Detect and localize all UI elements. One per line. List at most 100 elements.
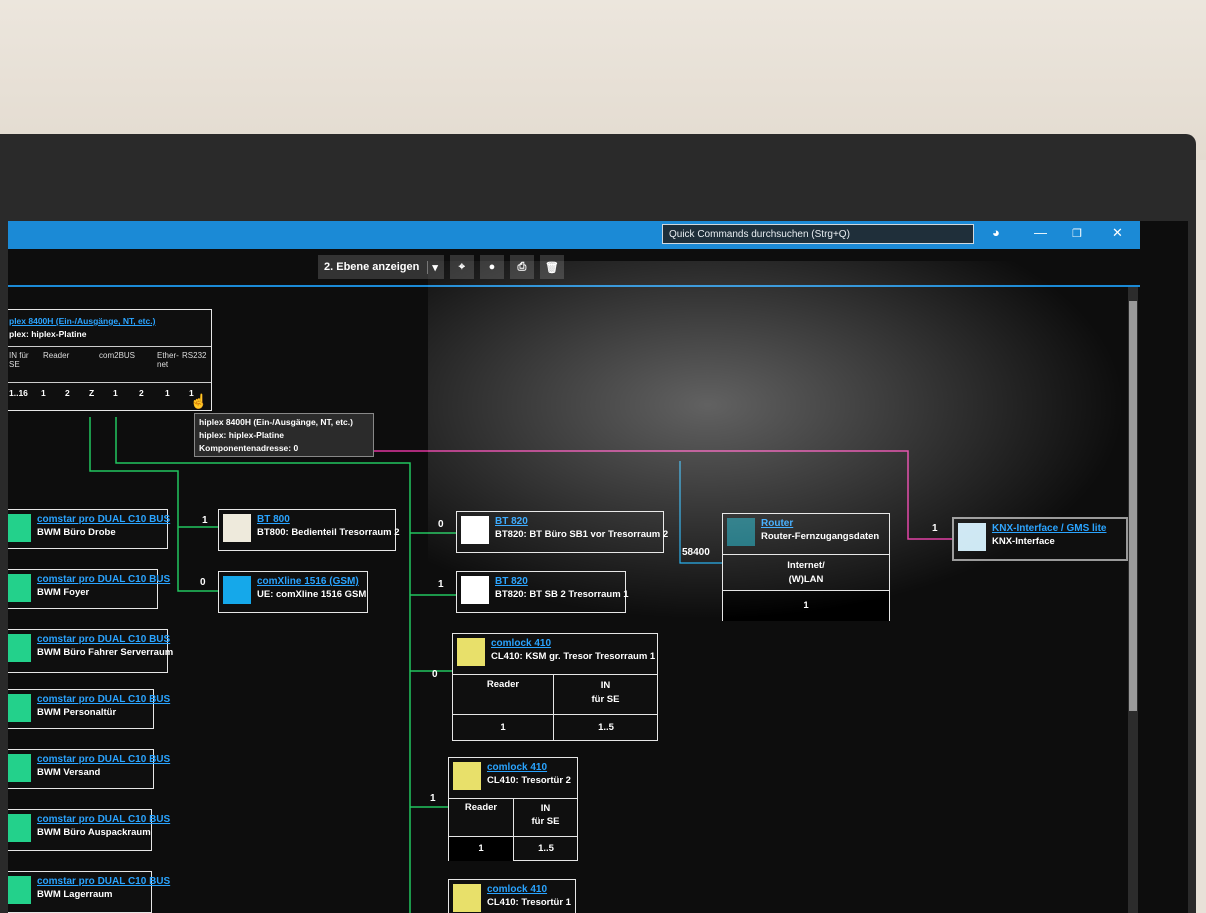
bt800-title[interactable]: BT 800 <box>257 514 290 525</box>
comlock2-header-in-sub: für SE <box>531 816 560 827</box>
comlock2-address: 1 <box>430 793 436 804</box>
comlock1-header-in: IN für SE <box>553 674 657 714</box>
router-interface-header: Internet/ (W)LAN <box>723 554 889 590</box>
node-color-swatch <box>223 514 251 542</box>
bt820a-address: 0 <box>438 519 444 530</box>
port-header-com2bus: com2BUS <box>99 351 136 360</box>
left-node-title[interactable]: comstar pro DUAL C10 BUS <box>37 814 170 825</box>
router-interface-line-1: Internet/ <box>787 560 825 571</box>
left-node-title[interactable]: comstar pro DUAL C10 BUS <box>37 634 170 645</box>
knx-title[interactable]: KNX-Interface / GMS lite <box>992 523 1106 534</box>
node-color-swatch <box>8 514 31 542</box>
comlock1-address: 0 <box>432 669 438 680</box>
comxline-subtitle: UE: comXline 1516 GSM <box>257 589 367 600</box>
port-value-reader-2[interactable]: 2 <box>65 388 70 398</box>
comxline-node[interactable]: comXline 1516 (GSM) UE: comXline 1516 GS… <box>218 571 368 613</box>
port-header-ethernet: Ether-net <box>157 351 179 369</box>
port-value-com2bus-1[interactable]: 1 <box>113 388 118 398</box>
port-value-com2bus-2[interactable]: 2 <box>139 388 144 398</box>
main-node-title[interactable]: plex 8400H (Ein-/Ausgänge, NT, etc.) <box>9 316 155 326</box>
left-node-title[interactable]: comstar pro DUAL C10 BUS <box>37 754 170 765</box>
node-color-swatch <box>8 574 31 602</box>
knx-interface-node[interactable]: KNX-Interface / GMS lite KNX-Interface <box>952 517 1128 561</box>
knx-address: 1 <box>932 523 938 534</box>
bt820a-node[interactable]: BT 820 BT820: BT Büro SB1 vor Tresorraum… <box>456 511 668 553</box>
scrollbar-thumb[interactable] <box>1129 301 1137 711</box>
comlock1-value-in[interactable]: 1..5 <box>553 714 658 741</box>
node-color-swatch <box>461 576 489 604</box>
bt820b-address: 1 <box>438 579 444 590</box>
left-node-subtitle: BWM Büro Auspackraum <box>37 827 151 838</box>
comxline-address: 0 <box>200 577 206 588</box>
comlock1-header-reader: Reader <box>453 674 553 715</box>
bt800-subtitle: BT800: Bedienteil Tresorraum 2 <box>257 527 400 538</box>
comlock3-node[interactable]: comlock 410 CL410: Tresortür 1 <box>448 879 576 913</box>
node-color-swatch <box>453 762 481 790</box>
port-value-in[interactable]: 1..16 <box>9 388 28 398</box>
left-node-subtitle: BWM Personaltür <box>37 707 117 718</box>
port-header-in: IN für SE <box>9 351 29 369</box>
left-node-subtitle: BWM Lagerraum <box>37 889 113 900</box>
node-color-swatch <box>8 694 31 722</box>
left-node-title[interactable]: comstar pro DUAL C10 BUS <box>37 694 170 705</box>
node-color-swatch <box>8 814 31 842</box>
port-header-rs232: RS232 <box>182 351 207 360</box>
bt820a-subtitle: BT820: BT Büro SB1 vor Tresorraum 2 <box>495 529 669 540</box>
component-tooltip: hiplex 8400H (Ein-/Ausgänge, NT, etc.) h… <box>194 413 374 457</box>
node-color-swatch <box>8 634 31 662</box>
node-color-swatch <box>8 754 31 782</box>
port-value-com2bus-z[interactable]: Z <box>89 388 94 398</box>
comlock2-subtitle: CL410: Tresortür 2 <box>487 775 571 786</box>
left-node-7[interactable]: comstar pro DUAL C10 BUS BWM Lagerraum <box>8 871 170 913</box>
port-header-row: IN für SE Reader com2BUS Ether-net RS232 <box>8 346 211 381</box>
comlock1-value-reader[interactable]: 1 <box>453 714 553 741</box>
comlock2-header-in: IN für SE <box>513 798 577 836</box>
comlock3-title[interactable]: comlock 410 <box>487 884 547 895</box>
port-value-reader-1[interactable]: 1 <box>41 388 46 398</box>
left-node-5[interactable]: comstar pro DUAL C10 BUS BWM Versand <box>8 749 170 789</box>
left-node-subtitle: BWM Büro Fahrer Serverraum <box>37 647 174 658</box>
knx-subtitle: KNX-Interface <box>992 536 1055 547</box>
node-color-swatch <box>453 884 481 912</box>
main-hiplex-node[interactable]: plex 8400H (Ein-/Ausgänge, NT, etc.) ple… <box>8 309 212 411</box>
port-value-ethernet[interactable]: 1 <box>165 388 170 398</box>
comxline-title[interactable]: comXline 1516 (GSM) <box>257 576 359 587</box>
main-node-subtitle: plex: hiplex-Platine <box>9 329 87 339</box>
bt820a-title[interactable]: BT 820 <box>495 516 528 527</box>
left-node-subtitle: BWM Versand <box>37 767 101 778</box>
comlock1-header-in-sub: für SE <box>591 694 620 705</box>
router-interface-value[interactable]: 1 <box>723 590 889 621</box>
comlock2-node[interactable]: comlock 410 CL410: Tresortür 2 Reader IN… <box>448 757 578 861</box>
tooltip-line-3: Komponentenadresse: 0 <box>199 443 299 453</box>
left-node-2[interactable]: comstar pro DUAL C10 BUS BWM Foyer <box>8 569 170 609</box>
comlock2-header-reader: Reader <box>449 798 513 837</box>
left-node-title[interactable]: comstar pro DUAL C10 BUS <box>37 876 170 887</box>
bt820b-node[interactable]: BT 820 BT820: BT SB 2 Tresorraum 1 <box>456 571 629 613</box>
comlock1-node[interactable]: comlock 410 CL410: KSM gr. Tresor Tresor… <box>452 633 658 741</box>
comlock1-subtitle: CL410: KSM gr. Tresor Tresorraum 1 <box>491 651 656 662</box>
node-color-swatch <box>958 523 986 551</box>
router-node[interactable]: Router Router-Fernzugangsdaten Internet/… <box>722 513 890 621</box>
bt820b-subtitle: BT820: BT SB 2 Tresorraum 1 <box>495 589 629 600</box>
bt800-address: 1 <box>202 515 208 526</box>
bt820b-title[interactable]: BT 820 <box>495 576 528 587</box>
router-interface-line-2: (W)LAN <box>788 574 824 585</box>
comlock2-value-in[interactable]: 1..5 <box>513 836 578 861</box>
comlock2-header-in-label: IN <box>540 803 551 814</box>
comlock2-value-reader[interactable]: 1 <box>449 836 513 861</box>
left-node-4[interactable]: comstar pro DUAL C10 BUS BWM Personaltür <box>8 689 170 729</box>
tooltip-line-2: hiplex: hiplex-Platine <box>199 430 285 440</box>
left-node-3[interactable]: comstar pro DUAL C10 BUS BWM Büro Fahrer… <box>8 629 173 673</box>
comlock1-header-in-label: IN <box>600 680 611 691</box>
bt800-node[interactable]: BT 800 BT800: Bedienteil Tresorraum 2 <box>218 509 400 551</box>
node-color-swatch <box>461 516 489 544</box>
comlock2-title[interactable]: comlock 410 <box>487 762 547 773</box>
left-node-1[interactable]: comstar pro DUAL C10 BUS BWM Büro Drobe <box>8 509 170 549</box>
left-node-title[interactable]: comstar pro DUAL C10 BUS <box>37 514 170 525</box>
left-node-6[interactable]: comstar pro DUAL C10 BUS BWM Büro Auspac… <box>8 809 170 851</box>
left-node-title[interactable]: comstar pro DUAL C10 BUS <box>37 574 170 585</box>
tooltip-line-1: hiplex 8400H (Ein-/Ausgänge, NT, etc.) <box>199 417 353 427</box>
comlock1-title[interactable]: comlock 410 <box>491 638 551 649</box>
node-color-swatch <box>727 518 755 546</box>
router-title[interactable]: Router <box>761 518 793 529</box>
